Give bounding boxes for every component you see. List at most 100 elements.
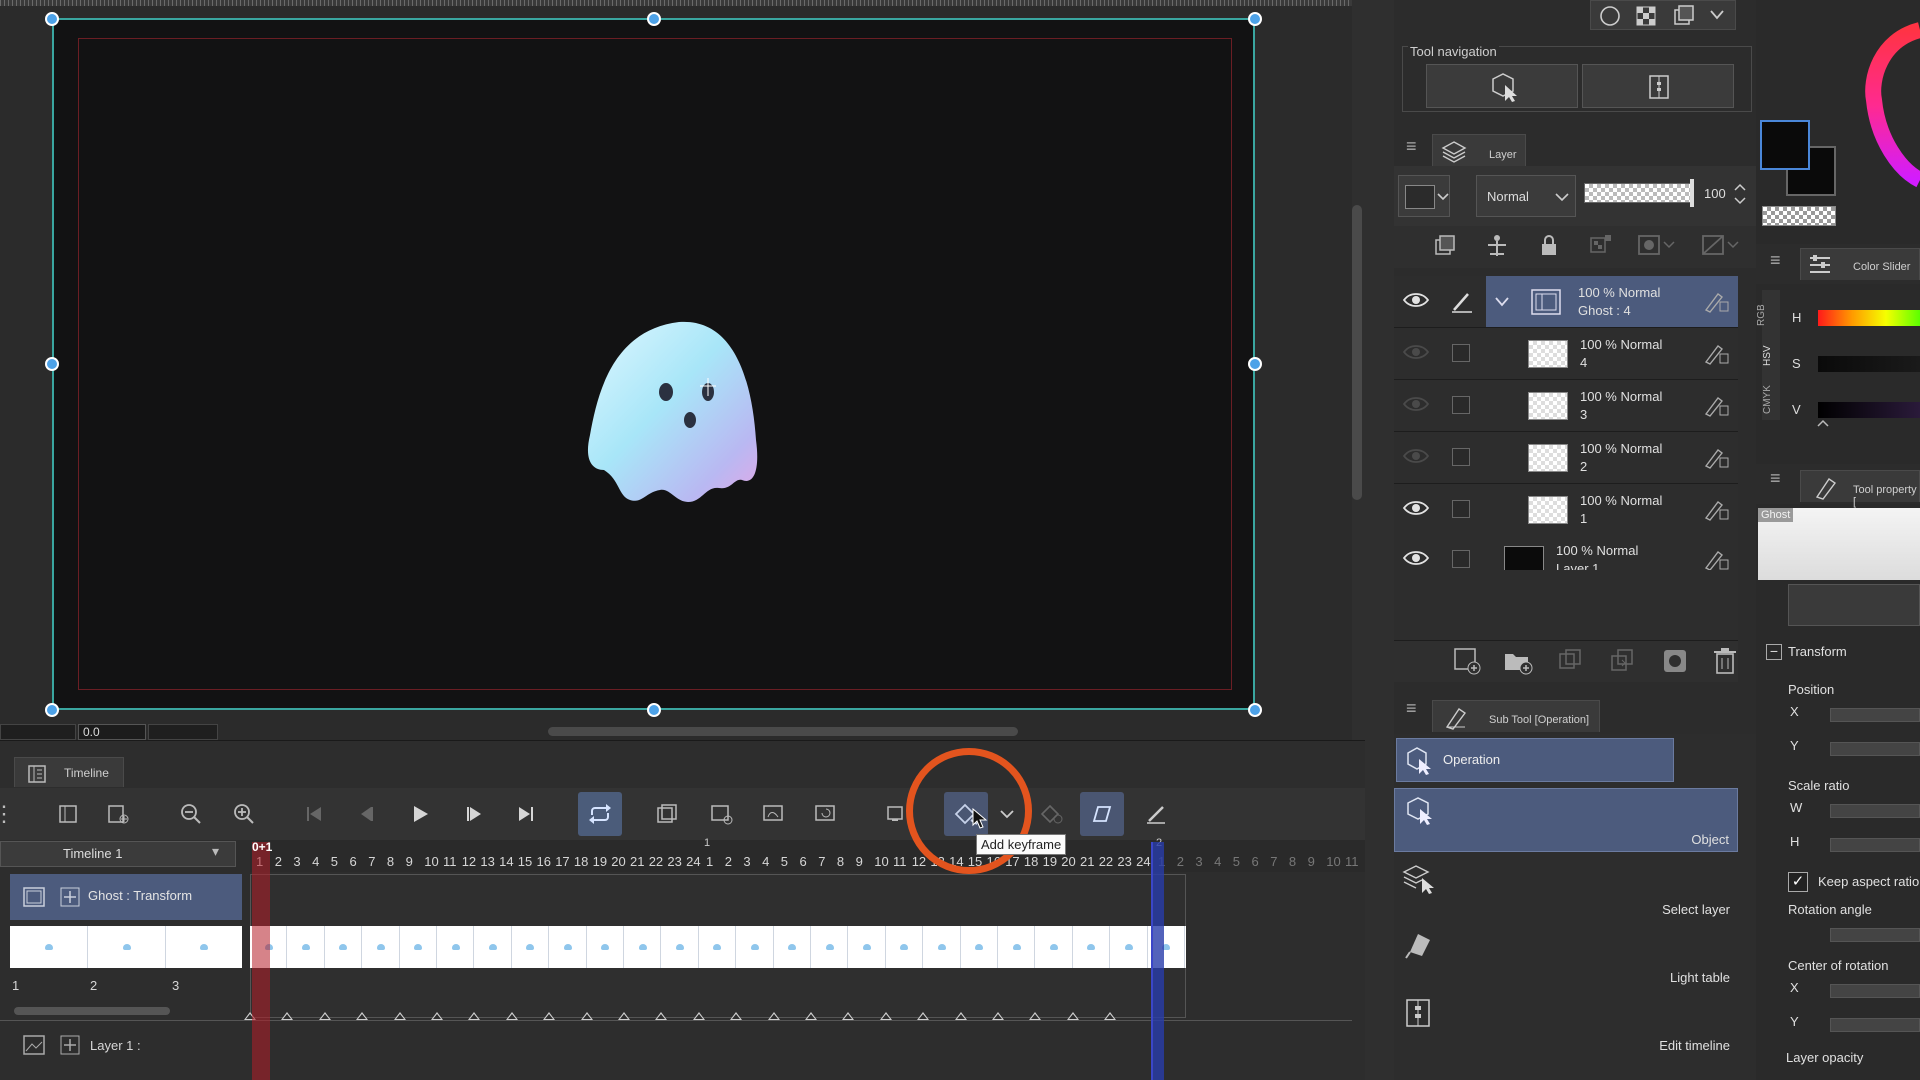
timeline-cel[interactable] [661, 926, 699, 968]
delete-layer-icon[interactable] [1712, 646, 1738, 676]
panel-menu-icon[interactable]: ≡ [1406, 698, 1417, 719]
layer-edit-icon[interactable] [1702, 444, 1732, 470]
timeline-cel[interactable] [1110, 926, 1148, 968]
panel-menu-icon[interactable]: ≡ [1770, 250, 1781, 271]
transform-handle-tl[interactable] [45, 12, 59, 26]
eye-visibility-icon[interactable] [1402, 394, 1430, 414]
next-frame-button[interactable] [456, 796, 492, 832]
layer-select-checkbox[interactable] [1452, 550, 1470, 568]
layer-edit-icon[interactable] [1702, 340, 1732, 366]
zoom-in-button[interactable] [226, 796, 262, 832]
color-wheel[interactable] [1860, 0, 1920, 200]
timeline-cel[interactable] [587, 926, 624, 968]
property-field[interactable] [1788, 584, 1920, 626]
keyframe-marker[interactable] [618, 1012, 630, 1020]
color-mode-rgb[interactable]: RGB [1756, 304, 1767, 326]
layer-row-body[interactable]: 100 % Normal Ghost : 4 [1486, 276, 1738, 327]
keyframe-marker[interactable] [730, 1012, 743, 1020]
create-layer-mask-icon[interactable] [1660, 646, 1690, 676]
track-scrollbar[interactable] [14, 1007, 170, 1015]
timeline-cel[interactable] [699, 926, 737, 968]
tab-color-slider[interactable]: Color Slider [1800, 248, 1920, 280]
chevron-down-icon[interactable] [1494, 296, 1510, 308]
transform-handle-bc[interactable] [647, 703, 661, 717]
subtool-object[interactable]: Object [1394, 788, 1738, 852]
transfer-to-lower-layer-icon[interactable] [1556, 646, 1586, 676]
expand-plus-icon[interactable] [60, 1035, 80, 1055]
timeline-cel[interactable] [961, 926, 998, 968]
reference-layer-icon[interactable] [1484, 232, 1510, 258]
interpolation-button[interactable] [1034, 796, 1070, 832]
timeline-cel[interactable] [774, 926, 811, 968]
circle-icon[interactable] [1599, 5, 1621, 27]
timeline-cel[interactable] [848, 926, 886, 968]
enable-keyframes-button[interactable] [1080, 792, 1124, 836]
transform-handle-mr[interactable] [1248, 357, 1262, 371]
timeline-cel[interactable] [474, 926, 512, 968]
keyframe-marker[interactable] [805, 1012, 817, 1020]
tab-tool-property[interactable]: Tool property [ [1800, 470, 1920, 508]
subtool-edit-timeline[interactable]: Edit timeline [1394, 990, 1738, 1054]
main-color-swatch-front[interactable] [1760, 120, 1810, 170]
layer-select-checkbox[interactable] [1452, 344, 1470, 362]
opacity-spinner-icon[interactable] [1732, 181, 1748, 207]
layer-color-dropdown[interactable] [1398, 175, 1450, 217]
keep-aspect-checkbox[interactable]: ✓ [1788, 872, 1808, 892]
saturation-slider[interactable] [1818, 356, 1920, 372]
layer-row-body[interactable]: 100 % Normal 1 [1514, 484, 1738, 535]
layer-edit-icon[interactable] [1702, 392, 1732, 418]
go-to-first-frame-button[interactable] [296, 796, 332, 832]
keyframe-marker[interactable] [692, 1012, 705, 1020]
timeline-cel[interactable] [400, 926, 437, 968]
layer-stack-icon[interactable] [1673, 4, 1699, 28]
layer-select-checkbox[interactable] [1452, 500, 1470, 518]
lock-icon[interactable] [1536, 232, 1562, 258]
timeline-selector[interactable]: Timeline 1 [0, 841, 236, 867]
checker-icon[interactable] [1635, 5, 1657, 27]
timeline-cel[interactable] [437, 926, 475, 968]
timeline-cel[interactable] [549, 926, 587, 968]
keyframe-marker[interactable] [1104, 1012, 1117, 1020]
center-x-field[interactable] [1830, 984, 1920, 998]
opacity-value[interactable]: 100 [1704, 186, 1726, 201]
transform-handle-ml[interactable] [45, 357, 59, 371]
keyframe-marker[interactable] [767, 1012, 780, 1020]
keyframe-marker[interactable] [954, 1012, 967, 1020]
new-raster-layer-icon[interactable] [1452, 646, 1482, 676]
eye-visibility-icon[interactable] [1402, 446, 1430, 466]
scale-h-field[interactable] [1830, 838, 1920, 852]
playhead[interactable] [252, 842, 270, 1080]
transform-handle-tc[interactable] [647, 12, 661, 26]
layer-edit-icon[interactable] [1702, 496, 1732, 522]
keyframe-marker[interactable] [505, 1012, 518, 1020]
clip-to-layer-below-icon[interactable] [1432, 232, 1458, 258]
expand-plus-icon[interactable] [60, 887, 80, 907]
timeline-cel[interactable] [287, 926, 325, 968]
keyframe-marker[interactable] [842, 1012, 855, 1020]
opacity-slider[interactable] [1584, 183, 1694, 203]
artboard[interactable] [52, 18, 1255, 710]
transform-handle-bl[interactable] [45, 703, 59, 717]
vertical-scrollbar[interactable] [1352, 205, 1362, 500]
eye-visibility-icon[interactable] [1402, 290, 1430, 310]
cel-thumbnail-strip[interactable] [10, 926, 242, 968]
timeline-cel[interactable] [1073, 926, 1111, 968]
new-cel-button[interactable] [650, 796, 686, 832]
layer-edit-icon[interactable] [1702, 546, 1732, 572]
layer-row-body[interactable]: 100 % Normal 2 [1514, 432, 1738, 483]
timeline-cel[interactable] [886, 926, 924, 968]
keyframe-marker[interactable] [1029, 1012, 1042, 1020]
layer-row-body[interactable]: 100 % Normal 3 [1514, 380, 1738, 431]
timeline-cel[interactable] [325, 926, 363, 968]
layer-edit-icon[interactable] [1702, 288, 1732, 314]
new-animation-folder-button[interactable] [100, 796, 136, 832]
color-mode-hsv[interactable]: HSV [1762, 345, 1773, 366]
tab-layer[interactable]: Layer [1432, 134, 1526, 166]
position-y-field[interactable] [1830, 742, 1920, 756]
hue-slider[interactable] [1818, 310, 1920, 326]
keyframe-marker[interactable] [318, 1012, 331, 1020]
subtool-select-layer[interactable]: Select layer [1394, 856, 1738, 920]
keyframe-marker[interactable] [1066, 1012, 1079, 1020]
panel-menu-icon[interactable]: ≡ [1770, 468, 1781, 489]
new-folder-icon[interactable] [1502, 646, 1534, 676]
